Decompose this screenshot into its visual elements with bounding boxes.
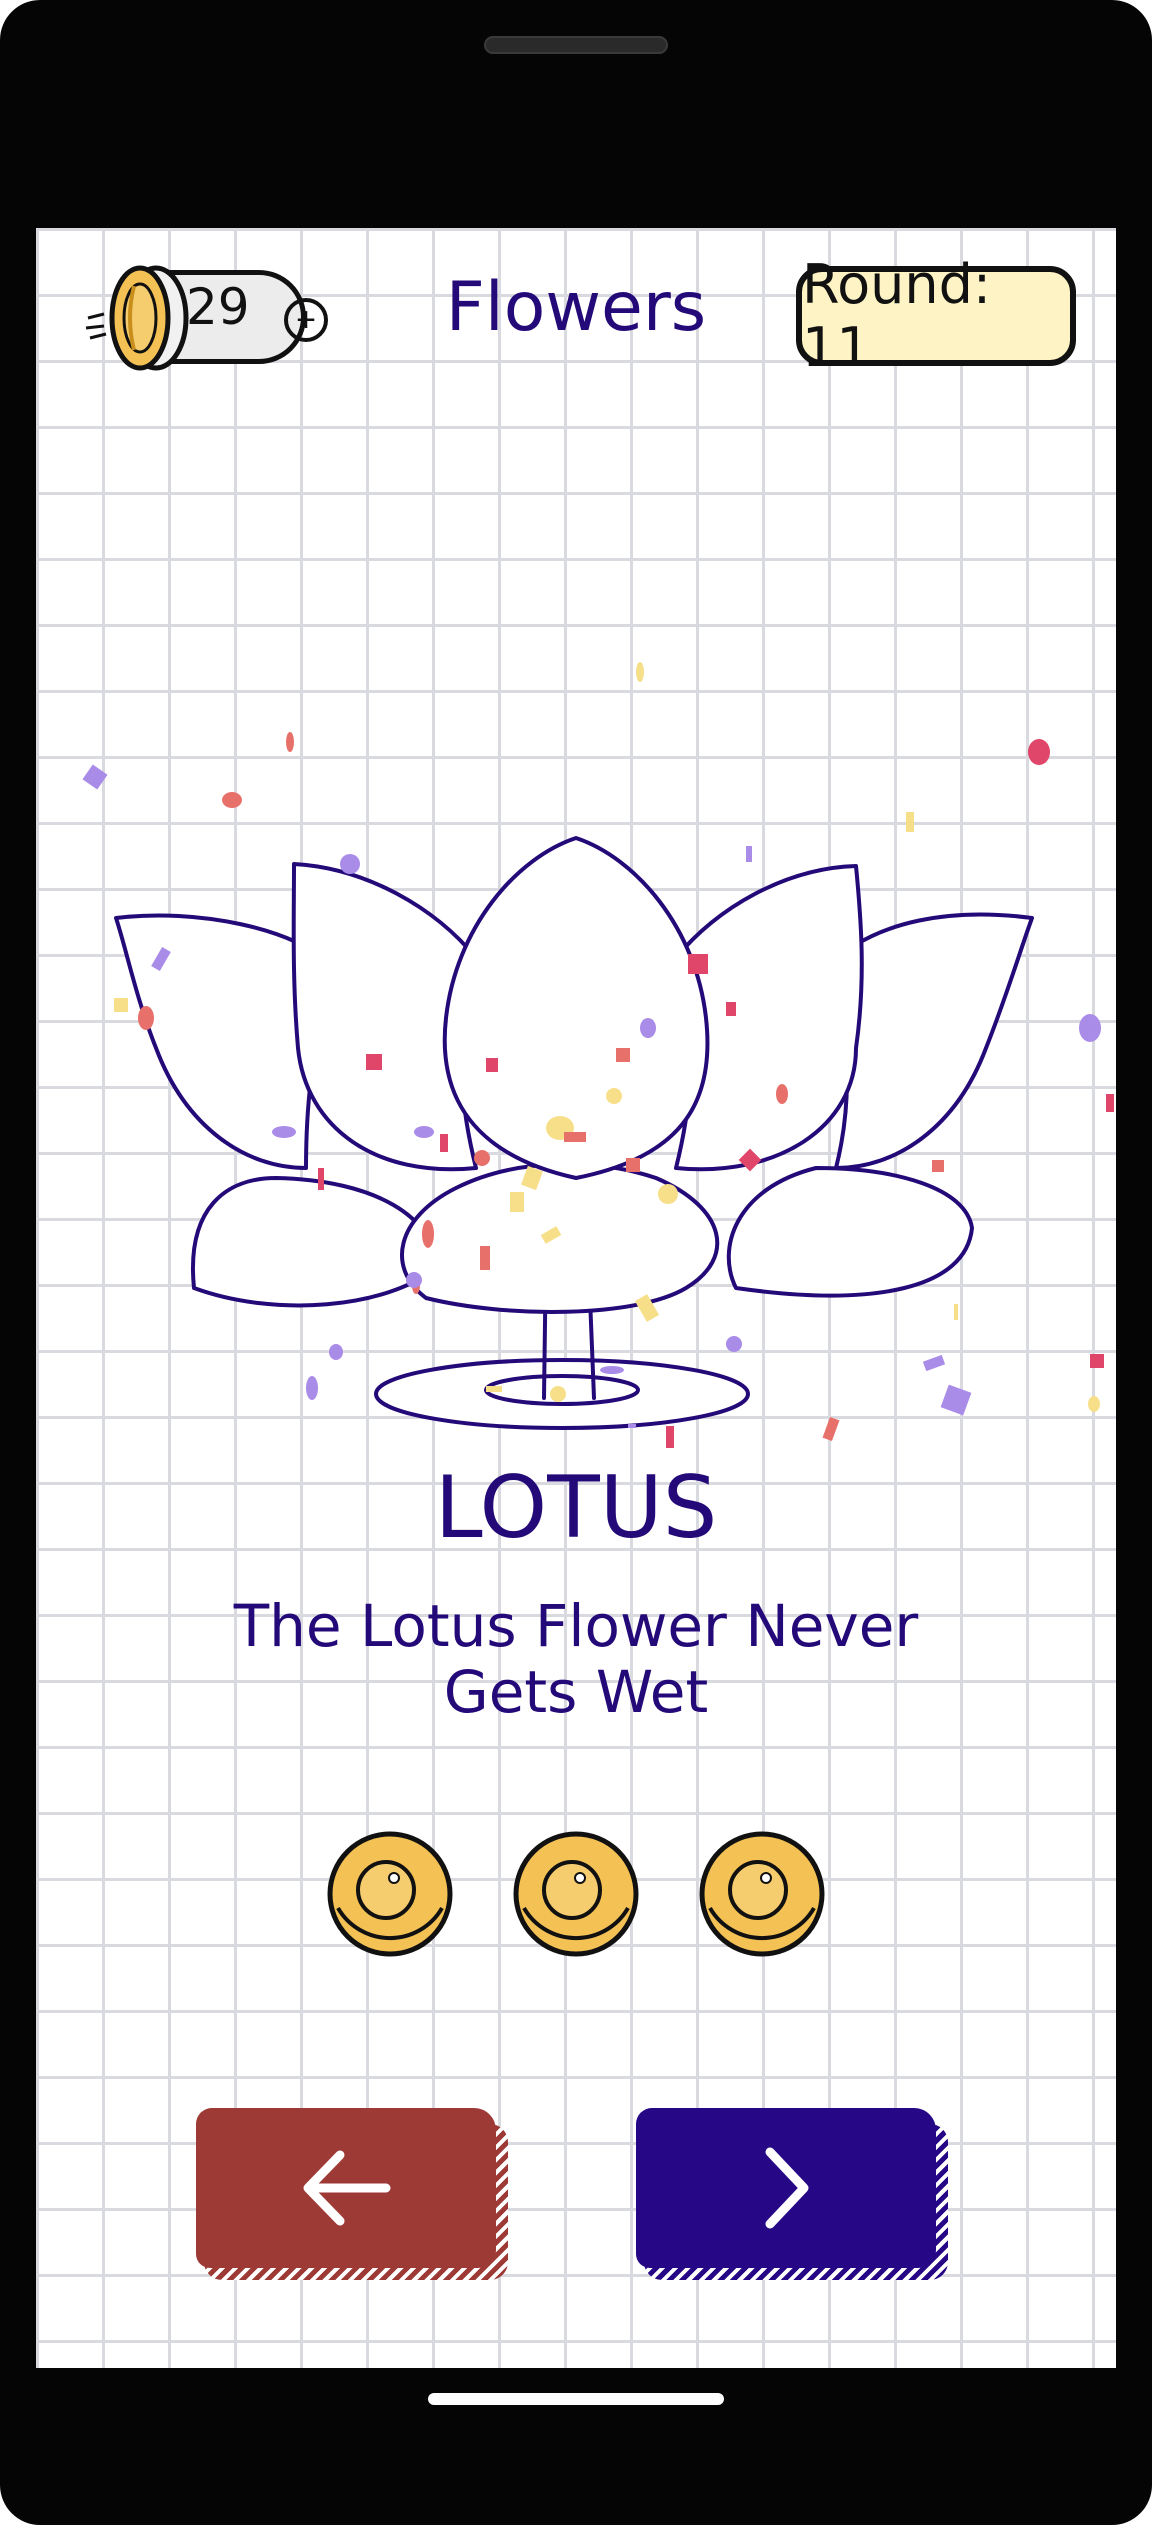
phone-frame: 29 + Flowers Round: 11 LOTUS The Lotus F… (0, 0, 1152, 2525)
fun-fact: The Lotus Flower Never Gets Wet (233, 1592, 919, 1726)
coin-icon (85, 265, 189, 371)
back-button-face (196, 2108, 496, 2268)
arrow-left-icon (303, 2150, 391, 2226)
round-badge: Round: 11 (796, 253, 1076, 379)
coin-counter[interactable]: 29 + (84, 264, 328, 371)
category-title: Flowers (445, 268, 707, 347)
reward-coins (36, 1828, 1116, 1968)
coin-icon (513, 1831, 639, 1957)
add-coins-button[interactable]: + (284, 298, 328, 342)
coin-count: 29 (186, 278, 250, 336)
game-screen: 29 + Flowers Round: 11 LOTUS The Lotus F… (36, 228, 1116, 2368)
speaker-grille (484, 36, 668, 54)
confetti-scatter-2 (306, 1272, 972, 1428)
coin-icon (327, 1831, 453, 1957)
answer-word: LOTUS (434, 1458, 718, 1558)
next-button[interactable] (636, 2108, 948, 2284)
plus-circle-icon: + (296, 301, 316, 339)
coin-icon (699, 1831, 825, 1957)
home-indicator[interactable] (428, 2393, 724, 2405)
chevron-right-icon (765, 2147, 809, 2229)
back-button[interactable] (196, 2108, 508, 2284)
next-button-face (636, 2108, 936, 2268)
